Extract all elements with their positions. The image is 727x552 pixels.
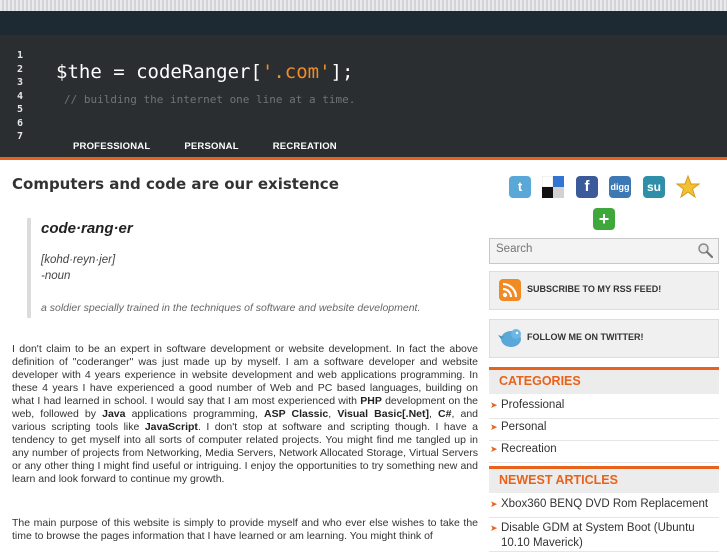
top-stripe: [0, 0, 727, 11]
line-number: 2: [16, 63, 24, 75]
line-number-gutter: 1 2 3 4 5 6 7: [0, 49, 40, 144]
categories-title: CATEGORIES: [499, 374, 581, 388]
line-number: 7: [16, 131, 24, 142]
bold-java: Java: [102, 408, 126, 420]
text-run: applications programming,: [125, 408, 264, 420]
line-number: 4: [16, 90, 24, 102]
definition-meaning: a soldier specially trained in the techn…: [41, 302, 421, 314]
site-tagline: // building the internet one line at a t…: [64, 93, 356, 106]
delicious-icon[interactable]: [541, 175, 564, 198]
newest-articles-heading: NEWEST ARTICLES: [489, 466, 719, 493]
definition-part-of-speech: -noun: [41, 270, 71, 282]
purpose-paragraph: The main purpose of this website is simp…: [12, 517, 478, 542]
code-string: '.com': [261, 61, 331, 83]
favorite-star-icon[interactable]: [675, 174, 701, 199]
text-run: ,: [328, 408, 338, 420]
article-label: Xbox360 BENQ DVD Rom Replacement: [501, 498, 709, 510]
line-number: 6: [16, 117, 24, 129]
newest-articles-list: ➤ Xbox360 BENQ DVD Rom Replacement ➤ Disab…: [489, 496, 719, 552]
categories-list: ➤ Professional ➤ Personal ➤ Recreation: [489, 397, 719, 463]
site-header: 1 2 3 4 5 6 7 $the = codeRanger['.com'];…: [0, 35, 727, 157]
category-item[interactable]: ➤ Recreation: [489, 441, 719, 463]
article-item[interactable]: ➤ Xbox360 BENQ DVD Rom Replacement: [489, 496, 719, 518]
definition-word: code·rang·er: [41, 220, 133, 237]
search-input[interactable]: [496, 243, 686, 255]
search-box: [489, 238, 719, 264]
site-logo-code[interactable]: $the = codeRanger['.com'];: [56, 61, 353, 83]
page-title: Computers and code are our existence: [12, 175, 339, 193]
article-item[interactable]: ➤ Disable GDM at System Boot (Ubuntu 10.1…: [489, 518, 719, 552]
category-label: Personal: [501, 421, 547, 433]
category-item[interactable]: ➤ Professional: [489, 397, 719, 419]
newest-articles-title: NEWEST ARTICLES: [499, 473, 618, 487]
bold-csharp: C#: [438, 408, 452, 420]
rss-feed-label: SUBSCRIBE TO MY RSS FEED!: [527, 284, 662, 294]
arrow-icon: ➤: [490, 523, 498, 533]
arrow-icon: ➤: [490, 422, 498, 432]
top-bar: [0, 0, 727, 35]
search-icon[interactable]: [697, 242, 713, 258]
intro-paragraph: I don't claim to be an expert in softwar…: [12, 343, 478, 486]
definition-pronunciation: [kohd·reyn·jer]: [41, 254, 116, 266]
code-suffix: ];: [330, 61, 354, 83]
twitter-follow-label: FOLLOW ME ON TWITTER!: [527, 332, 644, 342]
line-number: 5: [16, 104, 24, 115]
definition-quote: code·rang·er [kohd·reyn·jer] -noun a sol…: [27, 218, 481, 318]
line-number: 3: [16, 77, 24, 88]
code-prefix: $the = codeRanger[: [56, 61, 262, 83]
text-run: ,: [429, 408, 439, 420]
digg-icon[interactable]: digg: [609, 176, 631, 198]
rss-feed-link[interactable]: SUBSCRIBE TO MY RSS FEED!: [489, 271, 719, 310]
category-label: Professional: [501, 399, 565, 411]
rss-icon: [499, 279, 521, 301]
bold-php: PHP: [360, 395, 382, 407]
twitter-bird-icon: [498, 329, 521, 347]
main-nav: PROFESSIONAL PERSONAL RECREATION: [56, 141, 371, 152]
bold-vb: Visual Basic[.Net]: [337, 408, 430, 420]
arrow-icon: ➤: [490, 400, 498, 410]
nav-recreation[interactable]: RECREATION: [273, 141, 337, 152]
facebook-icon[interactable]: f: [576, 176, 598, 198]
nav-professional[interactable]: PROFESSIONAL: [73, 141, 150, 152]
add-icon[interactable]: +: [593, 208, 615, 230]
arrow-icon: ➤: [490, 499, 498, 509]
category-item[interactable]: ➤ Personal: [489, 419, 719, 441]
twitter-icon[interactable]: t: [509, 176, 531, 198]
arrow-icon: ➤: [490, 444, 498, 454]
categories-heading: CATEGORIES: [489, 367, 719, 394]
line-number: 1: [16, 50, 24, 61]
nav-personal[interactable]: PERSONAL: [184, 141, 238, 152]
bold-asp: ASP Classic: [264, 408, 329, 420]
twitter-follow-link[interactable]: FOLLOW ME ON TWITTER!: [489, 319, 719, 358]
stumbleupon-icon[interactable]: su: [643, 176, 665, 198]
category-label: Recreation: [501, 443, 557, 455]
bold-javascript: JavaScript: [144, 421, 198, 433]
header-divider: [0, 157, 727, 160]
